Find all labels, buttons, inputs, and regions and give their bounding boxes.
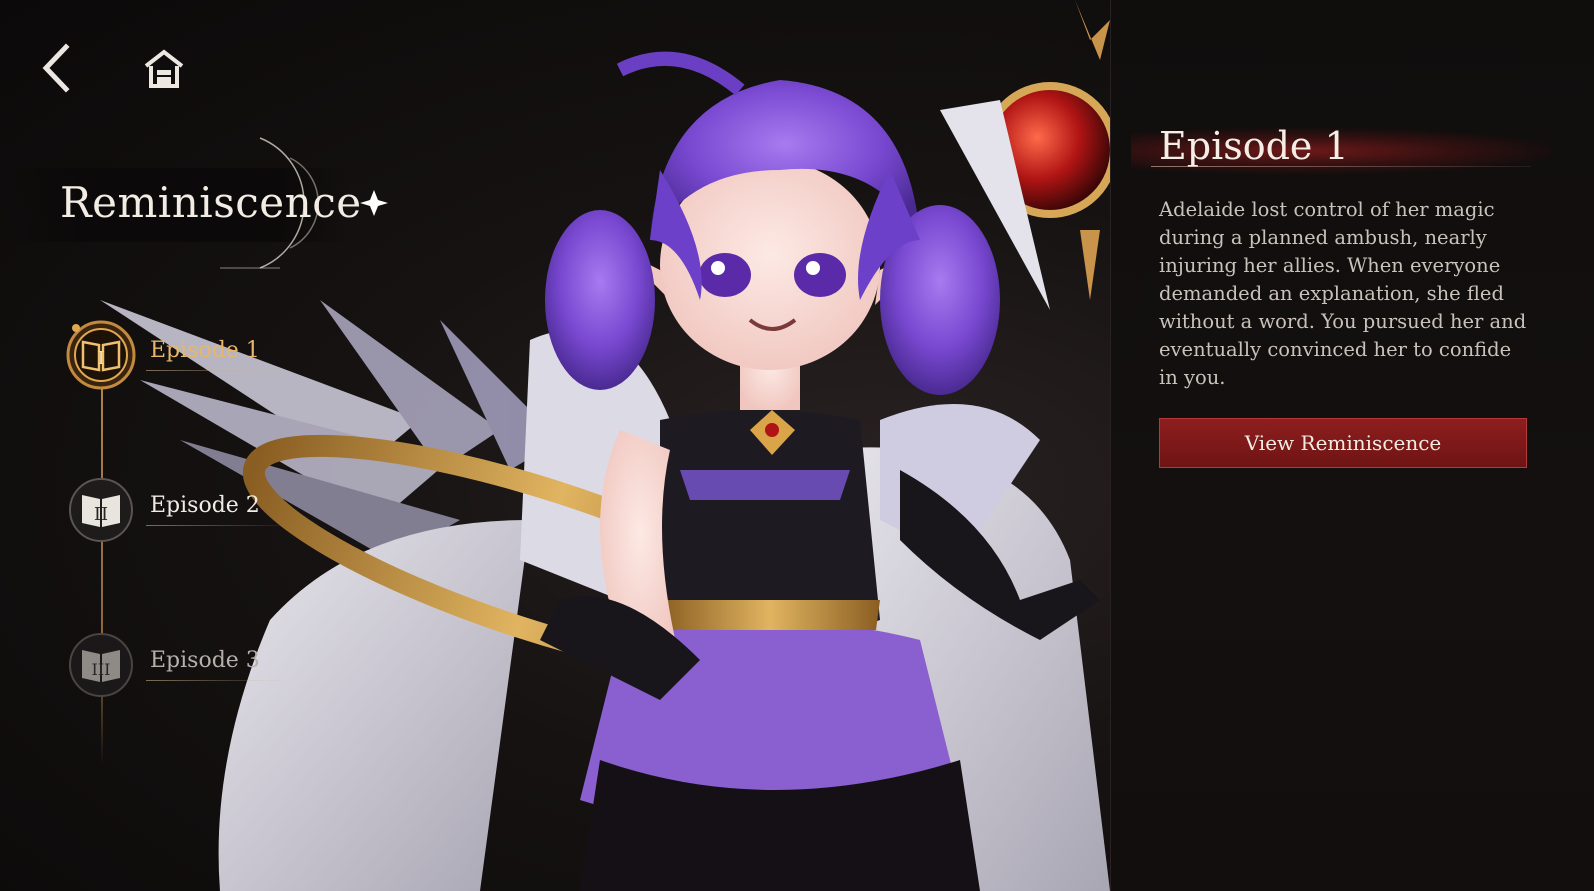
episode-book-icon-locked: III [69,633,133,697]
episode-label: Episode 3 [150,648,260,673]
episode-detail-panel: Episode 1 Adelaide lost control of her m… [1110,0,1594,891]
back-arrow-icon [42,43,70,93]
home-icon [144,49,184,88]
episode-book-icon: II [69,478,133,542]
svg-text:II: II [94,504,108,525]
episode-underline [146,370,296,371]
svg-text:III: III [92,660,111,679]
episode-underline [146,525,296,526]
episode-connector-line [101,385,103,765]
back-button[interactable] [28,40,84,96]
episode-label: Episode 1 [150,338,260,363]
episode-item-3[interactable]: III Episode 3 [66,630,306,700]
detail-title: Episode 1 [1159,124,1349,168]
episode-item-2[interactable]: II Episode 2 [66,475,306,545]
detail-description: Adelaide lost control of her magic durin… [1159,198,1527,389]
reminiscence-screen: Reminiscence I Episode 1 II Episode 2 II… [0,0,1594,891]
episode-underline [146,680,296,681]
title-area: Reminiscence [0,128,420,278]
page-title: Reminiscence [60,178,362,227]
detail-title-divider [1151,166,1531,167]
episode-label: Episode 2 [150,493,260,518]
view-reminiscence-label: View Reminiscence [1244,431,1442,455]
episode-item-1[interactable]: I Episode 1 [66,320,306,390]
episode-book-icon-selected: I [66,320,136,390]
svg-text:I: I [97,348,104,369]
home-button[interactable] [136,40,192,96]
view-reminiscence-button[interactable]: View Reminiscence [1159,418,1527,468]
